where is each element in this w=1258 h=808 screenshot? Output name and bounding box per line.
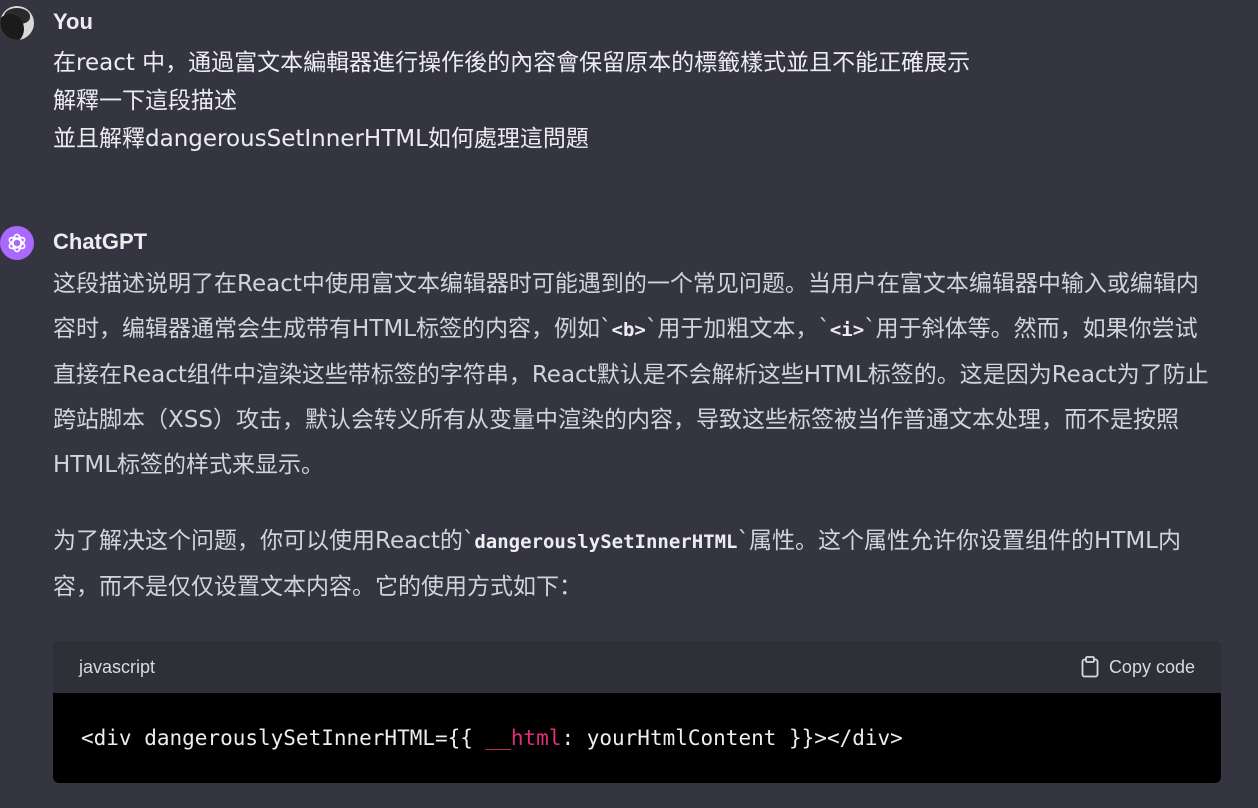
- code-token: : yourHtmlContent }}></div>: [561, 726, 903, 750]
- copy-code-button[interactable]: Copy code: [1081, 656, 1195, 678]
- text-segment: 为了解决这个问题，你可以使用React的`: [53, 528, 475, 554]
- user-author-name: You: [53, 9, 93, 34]
- code-block-header: javascript Copy code: [53, 641, 1221, 693]
- user-message: 在react 中，通過富文本編輯器進行操作後的內容會保留原本的標籤樣式並且不能正…: [53, 44, 1203, 158]
- text-segment: `用于加粗文本，`: [645, 316, 830, 342]
- inline-code: <b>: [611, 319, 646, 341]
- user-message-line: 在react 中，通過富文本編輯器進行操作後的內容會保留原本的標籤樣式並且不能正…: [53, 50, 971, 76]
- code-content: <div dangerouslySetInnerHTML={{ __html: …: [53, 693, 1221, 783]
- assistant-paragraph-2: 为了解决这个问题，你可以使用React的`dangerouslySetInner…: [53, 519, 1218, 610]
- inline-code: <i>: [829, 319, 865, 341]
- openai-logo-icon: [8, 233, 26, 253]
- chatgpt-avatar: [0, 226, 34, 260]
- assistant-author-name: ChatGPT: [53, 229, 148, 254]
- assistant-paragraph-1: 这段描述说明了在React中使用富文本编辑器时可能遇到的一个常见问题。当用户在富…: [53, 262, 1218, 488]
- clipboard-icon: [1081, 656, 1099, 678]
- code-token-key: __html: [485, 726, 562, 750]
- user-message-line: 並且解釋dangerousSetInnerHTML如何處理這問題: [53, 126, 589, 152]
- inline-code: dangerouslySetInnerHTML: [474, 531, 738, 553]
- user-avatar: [0, 6, 34, 40]
- code-language-label: javascript: [79, 656, 156, 677]
- copy-code-label: Copy code: [1108, 656, 1195, 677]
- code-block: javascript Copy code <div dangerouslySet…: [53, 641, 1221, 783]
- code-token: <div dangerouslySetInnerHTML={{: [81, 726, 486, 750]
- user-message-line: 解釋一下這段描述: [53, 88, 237, 114]
